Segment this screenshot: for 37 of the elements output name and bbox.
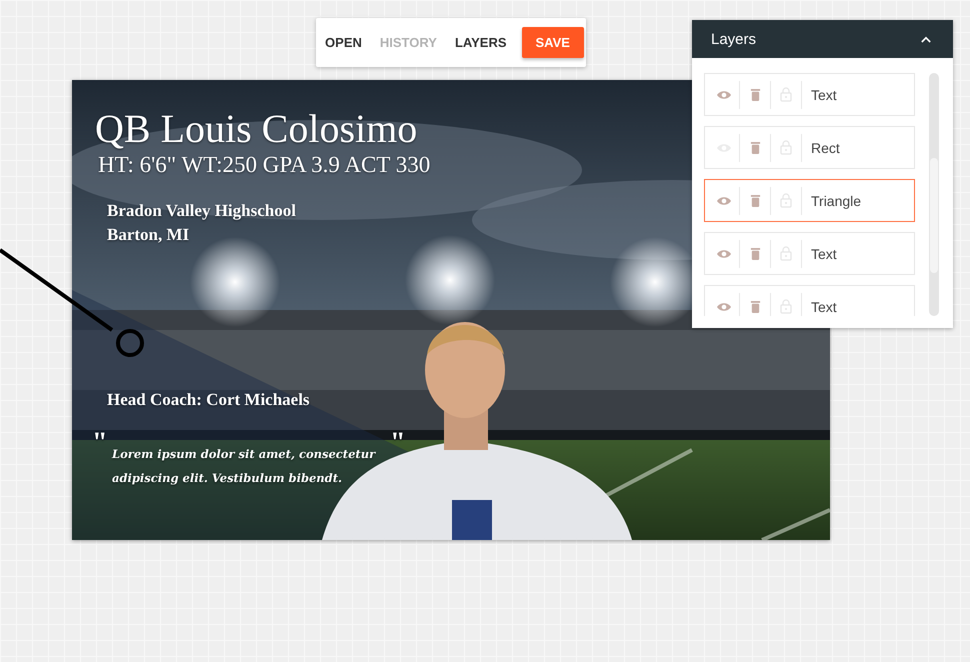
location-text: Barton, MI (107, 225, 190, 245)
school-text: Bradon Valley Highschool (107, 201, 296, 221)
lock-icon[interactable] (780, 246, 792, 261)
trash-icon[interactable] (750, 246, 760, 260)
toolbar-button[interactable]: LAYERS (448, 27, 514, 58)
layer-item[interactable]: Text (704, 232, 915, 275)
lock-icon[interactable] (780, 193, 792, 208)
layer-item[interactable]: Text (704, 73, 915, 116)
lock-icon[interactable] (780, 140, 792, 155)
layer-item[interactable]: Text (704, 285, 915, 316)
quote-mark: " (390, 427, 406, 459)
lock-icon[interactable] (780, 299, 792, 314)
layer-item[interactable]: Rect (704, 126, 915, 169)
stats-text: HT: 6'6" WT:250 GPA 3.9 ACT 330 (98, 152, 430, 178)
panel-title: Layers (711, 30, 756, 48)
trash-icon[interactable] (750, 194, 760, 208)
trash-icon[interactable] (750, 140, 760, 154)
lock-icon[interactable] (780, 87, 792, 102)
layer-item[interactable]: Triangle (704, 179, 915, 222)
eye-icon[interactable] (716, 248, 732, 260)
trash-icon[interactable] (750, 300, 760, 314)
quote-text: Lorem ipsum dolor sit amet, consectetur adipiscing elit. Vestibulum bibendt. (112, 446, 377, 487)
scrollbar-thumb[interactable] (930, 158, 938, 273)
layer-name: Text (810, 298, 837, 314)
layer-name: Text (810, 86, 837, 102)
eye-icon[interactable] (716, 194, 732, 206)
layer-name: Text (810, 246, 837, 262)
headline-text: QB Louis Colosimo (95, 105, 418, 152)
coach-text: Head Coach: Cort Michaels (107, 390, 310, 410)
eye-icon[interactable] (716, 88, 732, 100)
quote-mark: " (92, 427, 108, 459)
chevron-icon[interactable] (921, 36, 931, 42)
layer-name: Triangle (810, 192, 862, 208)
layer-name: Rect (810, 140, 840, 156)
toolbar-button[interactable]: OPEN (318, 27, 369, 58)
eye-icon[interactable] (716, 300, 732, 312)
trash-icon[interactable] (750, 88, 760, 102)
